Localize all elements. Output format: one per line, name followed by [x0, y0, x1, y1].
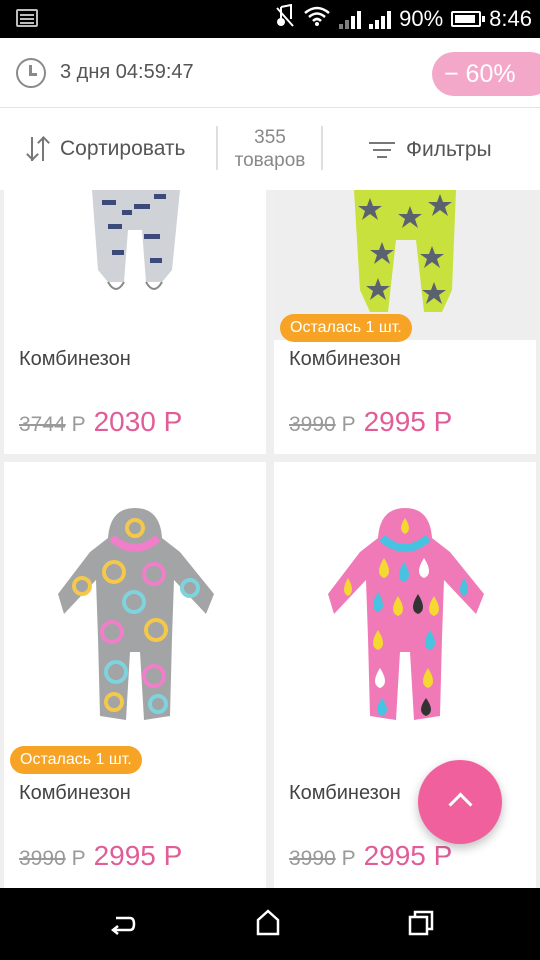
old-price: 3990 Р — [289, 847, 356, 870]
divider — [321, 126, 323, 170]
product-prices: 3990 Р 2995 Р — [289, 840, 452, 872]
new-price: 2995 Р — [363, 406, 453, 437]
sort-arrows-icon — [24, 136, 52, 162]
old-price: 3744 Р — [19, 413, 86, 436]
music-note-icon — [275, 3, 295, 34]
status-time: 8:46 — [489, 6, 532, 31]
product-card[interactable]: Комбинезон 3990 Р 2995 Р — [274, 462, 536, 888]
product-image — [274, 462, 536, 752]
countdown-timer: 3 дня 04:59:47 — [60, 61, 194, 83]
new-price: 2995 Р — [93, 840, 183, 871]
battery-icon — [451, 11, 486, 27]
product-prices: 3990 Р 2995 Р — [289, 406, 452, 438]
filter-label: Фильтры — [406, 138, 492, 161]
signal-2-icon — [369, 9, 392, 29]
product-title: Комбинезон — [289, 782, 401, 804]
old-price: 3990 Р — [19, 847, 86, 870]
stock-badge: Осталась 1 шт. — [280, 314, 412, 342]
product-card[interactable]: Осталась 1 шт. Комбинезон 3990 Р 2995 Р — [4, 462, 266, 888]
recent-apps-icon[interactable] — [408, 910, 434, 936]
old-price: 3990 Р — [289, 413, 356, 436]
notification-icon — [16, 9, 38, 27]
sort-button[interactable]: Сортировать — [24, 136, 185, 162]
status-bar: 90% 8:46 — [0, 0, 540, 38]
product-prices: 3744 Р 2030 Р — [19, 406, 182, 438]
scroll-to-top-button[interactable] — [418, 760, 502, 844]
product-count-unit: товаров — [234, 150, 306, 171]
new-price: 2030 Р — [93, 406, 183, 437]
product-title: Комбинезон — [289, 348, 401, 370]
sort-label: Сортировать — [60, 137, 186, 160]
system-nav-bar — [0, 888, 540, 960]
product-title: Комбинезон — [19, 782, 131, 804]
sort-filter-bar: Сортировать 355 товаров Фильтры — [0, 108, 540, 190]
product-card[interactable]: Комбинезон 3744 Р 2030 Р — [4, 190, 266, 454]
stock-badge: Осталась 1 шт. — [10, 746, 142, 774]
back-icon[interactable] — [110, 912, 136, 936]
wifi-icon — [303, 5, 331, 33]
product-prices: 3990 Р 2995 Р — [19, 840, 182, 872]
new-price: 2995 Р — [363, 840, 453, 871]
signal-icon — [339, 9, 362, 29]
filter-button[interactable]: Фильтры — [368, 138, 492, 162]
product-image — [4, 190, 266, 340]
clock-icon — [16, 58, 46, 88]
battery-level: 90% — [399, 6, 444, 31]
discount-badge: − 60% — [432, 52, 540, 96]
sale-timer-bar: 3 дня 04:59:47 − 60% — [0, 38, 540, 108]
product-card[interactable]: Осталась 1 шт. Комбинезон 3990 Р 2995 Р — [274, 190, 536, 454]
home-icon[interactable] — [255, 908, 281, 936]
product-count: 355 товаров — [218, 126, 322, 172]
filter-icon — [368, 140, 396, 160]
product-title: Комбинезон — [19, 348, 131, 370]
product-image — [4, 462, 266, 752]
product-count-number: 355 — [254, 127, 286, 148]
